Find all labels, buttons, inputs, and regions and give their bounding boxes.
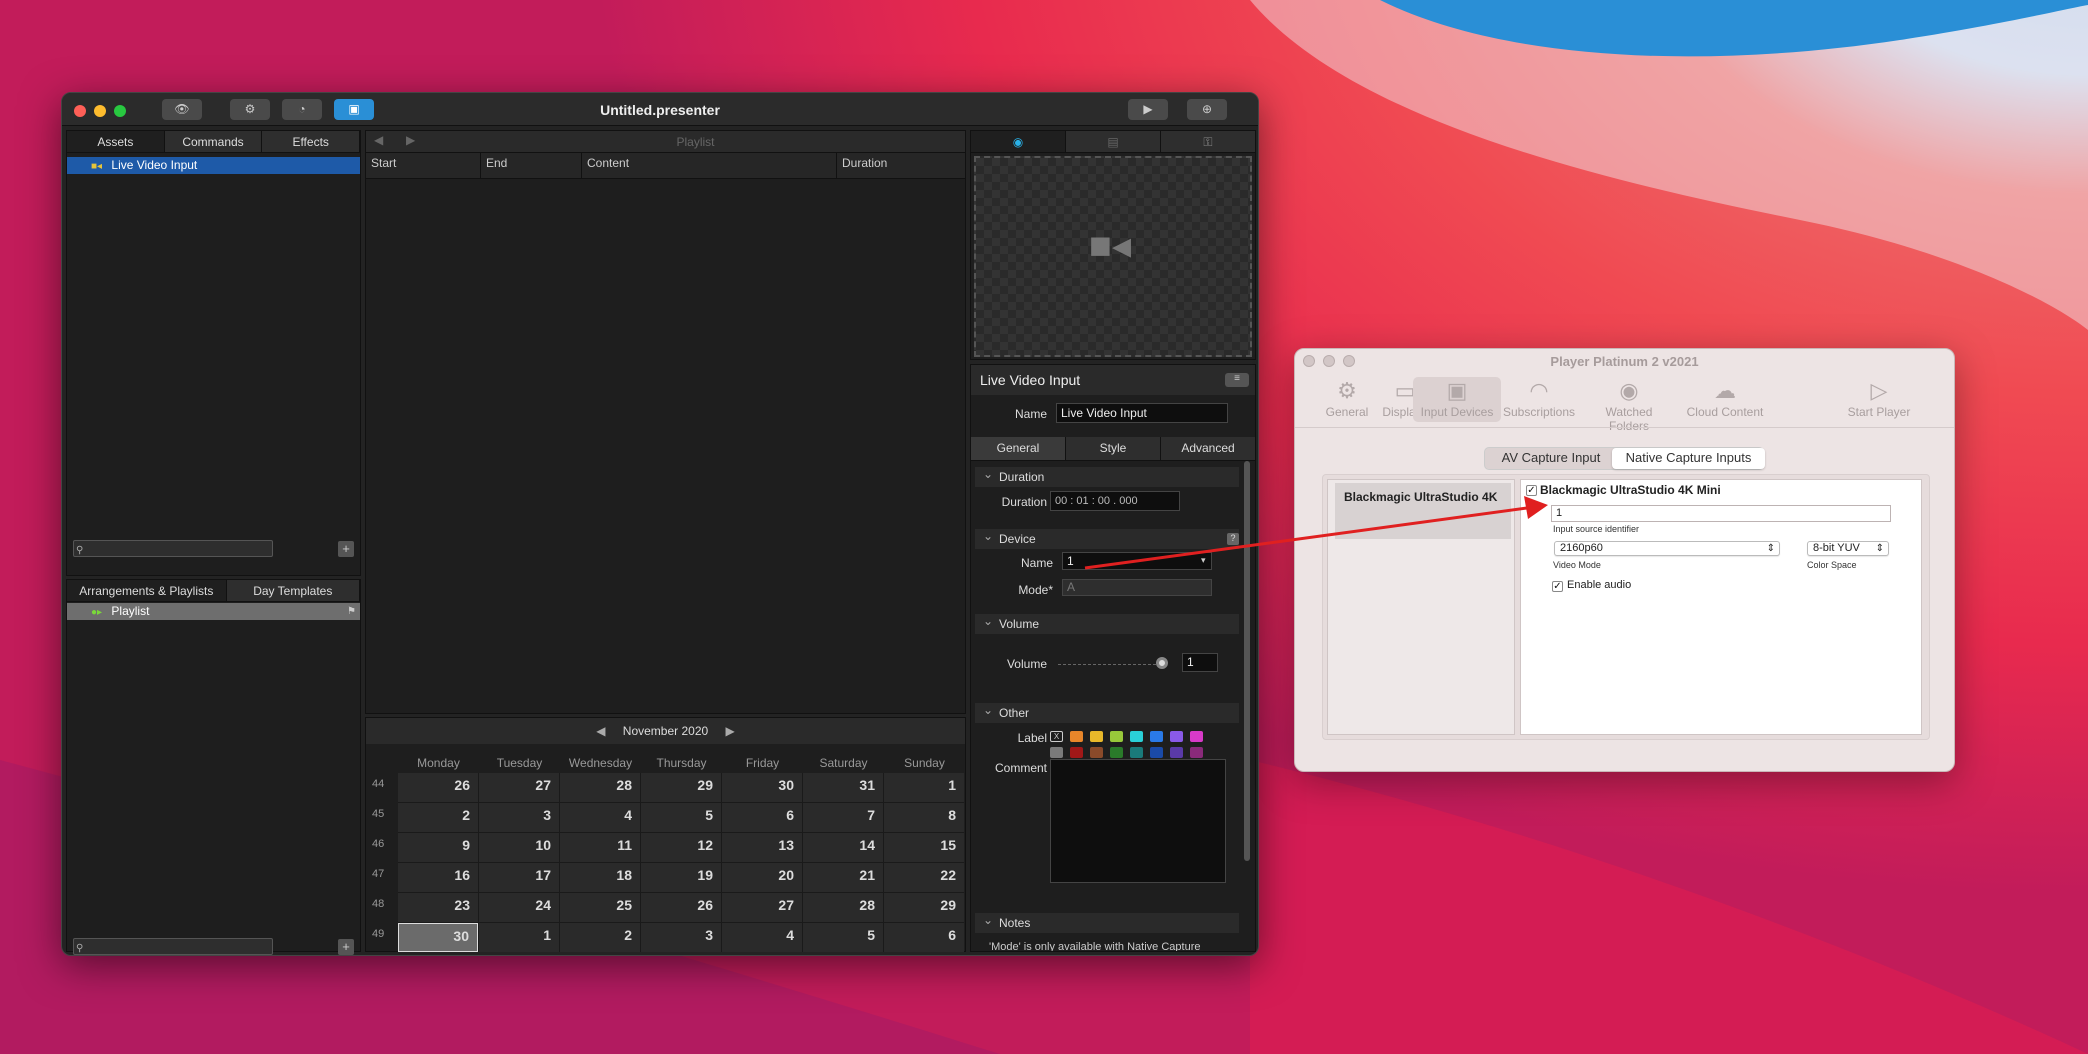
annotation-arrow	[1084, 496, 1548, 570]
